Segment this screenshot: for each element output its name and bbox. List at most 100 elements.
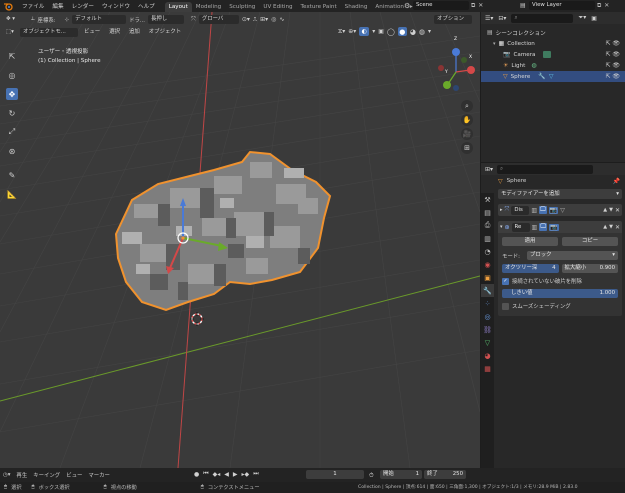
outliner-scene-collection[interactable]: ▤ シーンコレクション <box>481 27 625 38</box>
snap-target-icon[interactable]: ⊞▾ <box>260 16 268 23</box>
current-frame-field[interactable]: 1 <box>306 470 364 479</box>
xray-toggle-icon[interactable]: ▣ <box>378 28 384 35</box>
expand-arrow-icon[interactable]: ▾ <box>493 41 496 47</box>
light-data-icon[interactable]: ◍ <box>531 62 536 69</box>
options-dropdown[interactable]: オプション <box>434 15 472 24</box>
view-layer-close-icon[interactable]: ✕ <box>604 2 609 9</box>
falloff-icon[interactable]: ∿ <box>279 16 284 23</box>
show-editmode-icon[interactable]: ▥ <box>532 224 538 231</box>
menu-edit[interactable]: 編集 <box>48 2 67 10</box>
gizmo-toggle-icon[interactable]: ⊕▾ <box>348 28 356 35</box>
snap-icon[interactable]: ⎍ <box>253 16 257 24</box>
blender-logo[interactable] <box>0 2 18 11</box>
remove-modifier-icon[interactable]: ✕ <box>615 224 620 231</box>
show-editmode-icon[interactable]: ▥ <box>531 207 537 214</box>
scene-close-icon[interactable]: ✕ <box>478 2 483 9</box>
outliner-search-input[interactable]: ⌕ <box>511 13 574 23</box>
move-down-icon[interactable]: ▼ <box>609 224 613 230</box>
rotate-tool-icon[interactable]: ↻ <box>6 107 18 119</box>
shading-material-icon[interactable]: ◕ <box>410 28 416 36</box>
view-layer-field[interactable]: View Layer <box>529 1 595 10</box>
3d-viewport[interactable]: X Y Z ✥ ▾ ⟂ 座標系: ⊹ デフォルト ドラ... 長押し ⤧ グロー… <box>0 12 480 468</box>
drag-mode-dropdown[interactable]: 長押し <box>148 15 184 24</box>
annotate-tool-icon[interactable]: ✎ <box>6 169 18 181</box>
remove-modifier-icon[interactable]: ✕ <box>615 207 620 214</box>
pin-icon[interactable]: 📌 <box>613 178 620 185</box>
properties-editor-icon[interactable]: ⊞▾ <box>485 166 493 173</box>
move-up-icon[interactable]: ▲ <box>603 207 607 213</box>
move-up-icon[interactable]: ▲ <box>603 224 607 230</box>
output-tab-icon[interactable]: ⎙ <box>481 219 494 232</box>
select-menu[interactable]: 選択 <box>106 28 123 37</box>
view-object-types-icon[interactable]: ⧖▾ <box>338 28 345 36</box>
tab-animation[interactable]: Animation <box>371 2 408 12</box>
remesh-name-field[interactable]: Re <box>511 222 530 232</box>
camera-visibility-icon[interactable]: ⇱ 👁 <box>605 51 620 58</box>
properties-search-input[interactable]: ⌕ <box>497 164 594 174</box>
remesh-mode-dropdown[interactable]: ブロック ▾ <box>527 251 618 260</box>
world-tab-icon[interactable]: ◉ <box>481 258 494 271</box>
jump-end-icon[interactable]: ⏭ <box>253 470 258 478</box>
mesh-data-icon[interactable]: ▽ <box>549 73 554 80</box>
transform-orientation-dropdown[interactable]: グローバ <box>198 15 239 24</box>
modifier-displace-panel[interactable]: ▸ ⤧ Dis ▥ 🖵 📷 ▽ ▲ ▼ ✕ <box>498 204 622 216</box>
show-viewport-icon[interactable]: 🖵 <box>539 206 547 214</box>
outliner-light-row[interactable]: ☀ Light ◍ ⇱ 👁 <box>481 60 625 71</box>
octree-depth-field[interactable]: オクツリー深 4 <box>502 264 559 273</box>
view-menu[interactable]: ビュー <box>81 28 103 37</box>
render-tab-icon[interactable]: ▤ <box>481 206 494 219</box>
playback-menu[interactable]: 再生 <box>13 471 30 479</box>
collection-visibility-icon[interactable]: ⇱ 👁 <box>605 40 620 47</box>
displace-name-field[interactable]: Dis <box>511 205 530 215</box>
move-down-icon[interactable]: ▼ <box>609 207 613 213</box>
view-layer-selector[interactable]: ▤ View Layer ⧉ ✕ <box>520 1 609 10</box>
cursor-tool-icon[interactable]: ◎ <box>6 69 18 81</box>
modifier-tab-icon[interactable]: 🔧 <box>481 284 494 297</box>
end-frame-field[interactable]: 終了 250 <box>424 470 466 479</box>
outliner-sphere-row[interactable]: ▽ Sphere 🔧 ▽ ⇱ 👁 <box>481 71 625 82</box>
expand-arrow-icon[interactable]: ▾ <box>500 224 503 230</box>
pan-hand-icon[interactable]: ✋ <box>461 114 473 126</box>
apply-button[interactable]: 適用 <box>502 237 558 246</box>
checkbox-checked-icon[interactable]: ✓ <box>502 277 509 285</box>
data-tab-icon[interactable]: ▽ <box>481 336 494 349</box>
outliner-collection-row[interactable]: ▾ ▦ Collection ⇱ 👁 <box>481 38 625 49</box>
play-reverse-icon[interactable]: ◀ <box>224 471 229 478</box>
move-tool-icon[interactable]: ✥ <box>6 88 18 100</box>
outliner-camera-row[interactable]: 📷 Camera ⇱ 👁 <box>481 49 625 60</box>
preview-range-icon[interactable]: ⏱ <box>369 472 374 480</box>
camera-data-icon[interactable] <box>543 51 552 58</box>
zoom-icon[interactable]: ⌕ <box>461 100 473 112</box>
select-tool-icon[interactable]: ⇱ <box>6 50 18 62</box>
pivot-point-icon[interactable]: ⊙▾ <box>242 16 250 23</box>
menu-window[interactable]: ウィンドウ <box>98 2 134 10</box>
ortho-toggle-icon[interactable]: ⊞ <box>461 142 473 154</box>
material-tab-icon[interactable]: ◕ <box>481 349 494 362</box>
overlays-dropdown-icon[interactable]: ▾ <box>372 28 375 35</box>
shading-wireframe-icon[interactable]: ◯ <box>387 28 395 36</box>
light-visibility-icon[interactable]: ⇱ 👁 <box>605 62 620 69</box>
transform-tool-icon[interactable]: ✥ ▾ <box>3 15 18 24</box>
jump-start-icon[interactable]: ⏮ <box>203 470 208 478</box>
scene-tab-icon[interactable]: ◔ <box>481 245 494 258</box>
menu-render[interactable]: レンダー <box>68 2 98 10</box>
scale-tool-icon[interactable]: ⤢ <box>6 126 18 138</box>
collapse-arrow-icon[interactable]: ▸ <box>500 207 503 213</box>
measure-tool-icon[interactable]: 📐 <box>6 188 18 200</box>
overlays-toggle-icon[interactable]: ◐ <box>359 27 370 36</box>
outliner-display-mode-icon[interactable]: ⊟▾ <box>498 15 506 22</box>
view-layer-copy-icon[interactable]: ⧉ <box>597 2 601 10</box>
tab-uv-editing[interactable]: UV Editing <box>259 2 296 12</box>
new-collection-icon[interactable]: ▣ <box>591 15 597 22</box>
timeline-view-menu[interactable]: ビュー <box>63 471 85 479</box>
proportional-edit-icon[interactable]: ◎ <box>271 16 276 23</box>
shading-options-icon[interactable]: ▾ <box>428 28 431 35</box>
camera-view-icon[interactable]: 🎥 <box>461 128 473 140</box>
3d-cursor[interactable] <box>190 312 204 326</box>
scene-name-field[interactable]: Scene <box>413 1 469 10</box>
show-render-icon[interactable]: 📷 <box>549 223 559 231</box>
show-viewport-icon[interactable]: 🖵 <box>539 223 548 231</box>
menu-help[interactable]: ヘルプ <box>134 2 159 10</box>
scene-selector[interactable]: ⚙ Scene ⧉ ✕ <box>404 1 483 10</box>
tab-layout[interactable]: Layout <box>164 2 192 12</box>
